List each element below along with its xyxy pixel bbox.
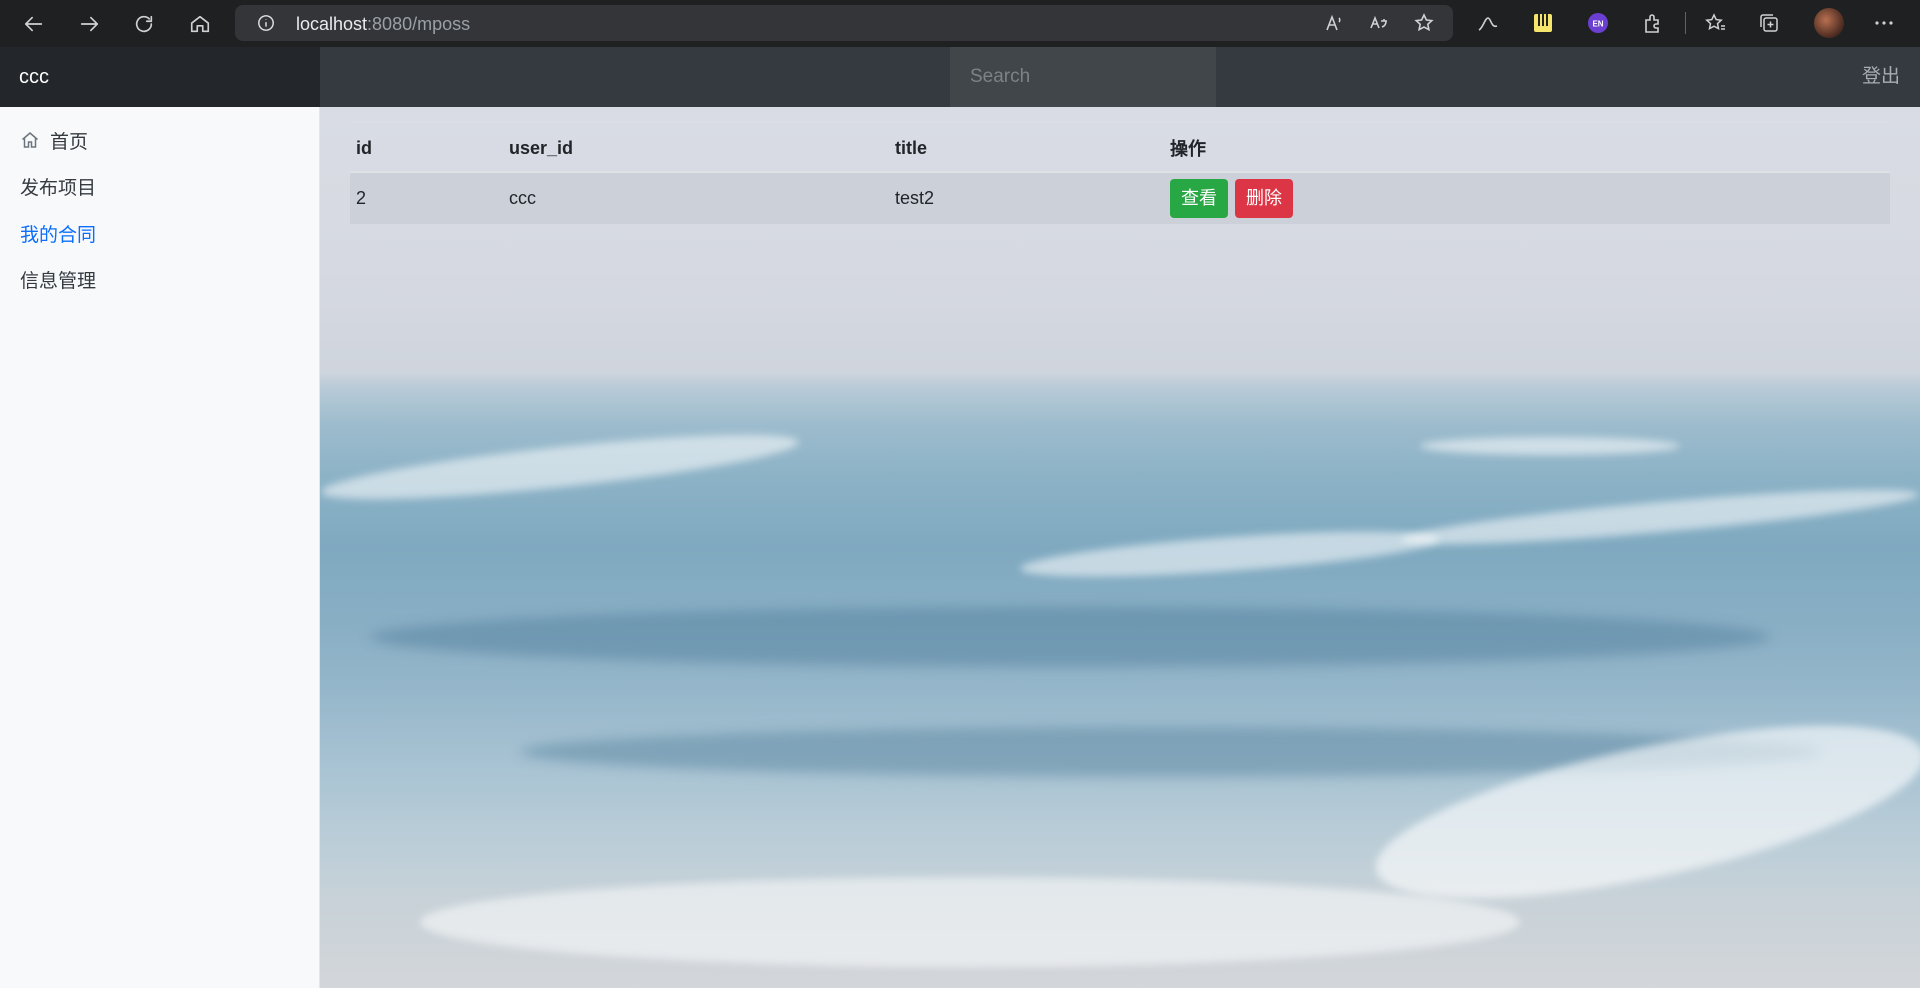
browser-toolbar: localhost:8080/mposs EN (0, 0, 1920, 47)
sidebar-item-label: 发布项目 (20, 177, 97, 199)
cell-user-id: ccc (509, 188, 536, 208)
sidebar: 首页 发布项目 我的合同 信息管理 (0, 107, 320, 988)
translate-icon[interactable] (1368, 12, 1390, 34)
column-header-title: title (889, 122, 1164, 173)
cell-title: test2 (895, 188, 935, 208)
table-header-row: id user_id title 操作 (350, 122, 1890, 173)
more-options-icon[interactable] (1870, 9, 1898, 37)
extension-curve-icon[interactable] (1474, 9, 1502, 37)
url-text[interactable]: localhost:8080/mposs (296, 14, 470, 35)
column-header-user-id: user_id (503, 122, 889, 173)
forward-icon[interactable] (72, 7, 106, 41)
view-button[interactable]: 查看 (1170, 179, 1228, 218)
extensions-puzzle-icon[interactable] (1639, 9, 1667, 37)
sidebar-item-home[interactable]: 首页 (20, 124, 88, 156)
cell-id: 2 (356, 188, 367, 208)
extension-en-icon[interactable]: EN (1584, 9, 1612, 37)
toolbar-separator (1685, 12, 1686, 34)
delete-button[interactable]: 删除 (1235, 179, 1294, 218)
column-header-actions: 操作 (1164, 122, 1890, 173)
favorites-icon[interactable] (1701, 9, 1729, 37)
sidebar-item-label: 首页 (50, 131, 89, 153)
profile-avatar[interactable] (1814, 8, 1844, 38)
sidebar-item-label: 我的合同 (20, 224, 97, 246)
table-row: 2 ccc test2 查看 删除 (350, 172, 1890, 224)
sidebar-item-my-contracts[interactable]: 我的合同 (20, 217, 96, 249)
sidebar-item-info-management[interactable]: 信息管理 (20, 263, 96, 295)
column-header-id: id (350, 122, 503, 173)
sidebar-item-label: 信息管理 (20, 270, 97, 292)
svg-text:EN: EN (1592, 20, 1603, 29)
site-info-icon[interactable] (257, 14, 275, 32)
brand-name[interactable]: ccc (0, 47, 320, 107)
address-bar[interactable]: localhost:8080/mposs (235, 5, 1453, 41)
app-navbar: ccc 登出 (0, 47, 1920, 107)
back-icon[interactable] (17, 7, 51, 41)
read-aloud-icon[interactable] (1323, 12, 1345, 34)
logout-link[interactable]: 登出 (1862, 47, 1900, 107)
extension-piano-icon[interactable] (1529, 9, 1557, 37)
refresh-icon[interactable] (127, 7, 161, 41)
add-favorite-icon[interactable] (1413, 12, 1435, 34)
contracts-table: id user_id title 操作 2 ccc test2 查看 删除 (350, 122, 1890, 224)
home-icon (20, 130, 40, 150)
cell-actions: 查看 删除 (1164, 172, 1890, 224)
collections-icon[interactable] (1755, 9, 1783, 37)
home-browser-icon[interactable] (183, 7, 217, 41)
search-input[interactable] (950, 47, 1216, 107)
main-content: id user_id title 操作 2 ccc test2 查看 删除 (320, 107, 1920, 988)
sidebar-item-publish-project[interactable]: 发布项目 (20, 170, 96, 202)
